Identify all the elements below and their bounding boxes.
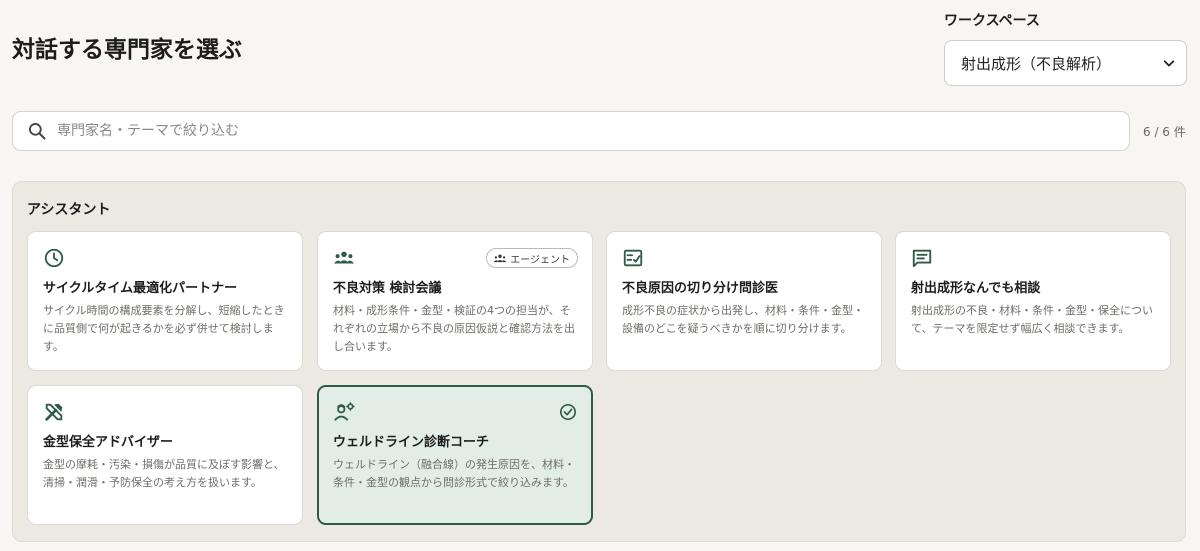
expert-card-defect-diagnosis[interactable]: 不良原因の切り分け問診医 成形不良の症状から出発し、材料・条件・金型・設備のどこ… bbox=[606, 231, 882, 371]
page-title: 対話する専門家を選ぶ bbox=[12, 37, 242, 63]
workspace-label: ワークスペース bbox=[944, 13, 1040, 29]
expert-card-weld-line-coach[interactable]: ウェルドライン診断コーチ ウェルドライン（融合線）の発生原因を、材料・条件・金型… bbox=[317, 385, 593, 525]
workspace-select-value: 射出成形（不良解析） bbox=[961, 54, 1112, 73]
group-icon bbox=[333, 247, 355, 269]
search-input[interactable] bbox=[57, 123, 1057, 139]
clock-icon bbox=[43, 247, 65, 269]
search-bar bbox=[12, 111, 1130, 151]
engineer-icon bbox=[333, 401, 355, 423]
assistant-panel: アシスタント サイクルタイム最適化パートナー サイクル時間の構成要素を分解し、短… bbox=[12, 181, 1186, 542]
card-description: ウェルドライン（融合線）の発生原因を、材料・条件・金型の観点から問診形式で絞り込… bbox=[333, 458, 575, 489]
card-description: 成形不良の症状から出発し、材料・条件・金型・設備のどこを疑うべきかを順に切り分け… bbox=[622, 304, 864, 335]
chat-icon bbox=[911, 247, 933, 269]
card-title: 金型保全アドバイザー bbox=[43, 435, 174, 450]
card-title: 不良対策 検討会議 bbox=[333, 281, 442, 296]
card-description: 金型の摩耗・汚染・損傷が品質に及ぼす影響と、清掃・潤滑・予防保全の考え方を扱いま… bbox=[43, 458, 285, 489]
expert-card-mold-maintenance[interactable]: 金型保全アドバイザー 金型の摩耗・汚染・損傷が品質に及ぼす影響と、清掃・潤滑・予… bbox=[27, 385, 303, 525]
workspace-select[interactable]: 射出成形（不良解析） bbox=[944, 40, 1187, 86]
card-title: サイクルタイム最適化パートナー bbox=[43, 281, 238, 296]
group-icon bbox=[493, 254, 507, 263]
card-title: ウェルドライン診断コーチ bbox=[333, 435, 490, 450]
expert-card-defect-meeting[interactable]: エージェント 不良対策 検討会議 材料・成形条件・金型・検証の4つの担当が、それ… bbox=[317, 231, 593, 371]
check-circle-icon bbox=[559, 403, 577, 421]
agent-badge-label: エージェント bbox=[510, 254, 570, 266]
section-title: アシスタント bbox=[27, 202, 111, 218]
card-title: 不良原因の切り分け問診医 bbox=[622, 281, 779, 296]
agent-badge: エージェント bbox=[486, 248, 578, 268]
expert-card-general-consult[interactable]: 射出成形なんでも相談 射出成形の不良・材料・条件・金型・保全について、テーマを限… bbox=[895, 231, 1171, 371]
card-title: 射出成形なんでも相談 bbox=[911, 281, 1041, 296]
card-description: 射出成形の不良・材料・条件・金型・保全について、テーマを限定せず幅広く相談できま… bbox=[911, 304, 1153, 335]
checklist-icon bbox=[622, 247, 644, 269]
search-icon bbox=[29, 123, 46, 140]
result-count: 6 / 6 件 bbox=[1143, 125, 1186, 139]
card-description: サイクル時間の構成要素を分解し、短縮したときに品質側で何が起きるかを必ず併せて検… bbox=[43, 304, 285, 353]
chevron-down-icon bbox=[1163, 60, 1175, 67]
expert-card-cycle-time[interactable]: サイクルタイム最適化パートナー サイクル時間の構成要素を分解し、短縮したときに品… bbox=[27, 231, 303, 371]
card-description: 材料・成形条件・金型・検証の4つの担当が、それぞれの立場から不良の原因仮説と確認… bbox=[333, 304, 575, 353]
tools-icon bbox=[43, 401, 65, 423]
